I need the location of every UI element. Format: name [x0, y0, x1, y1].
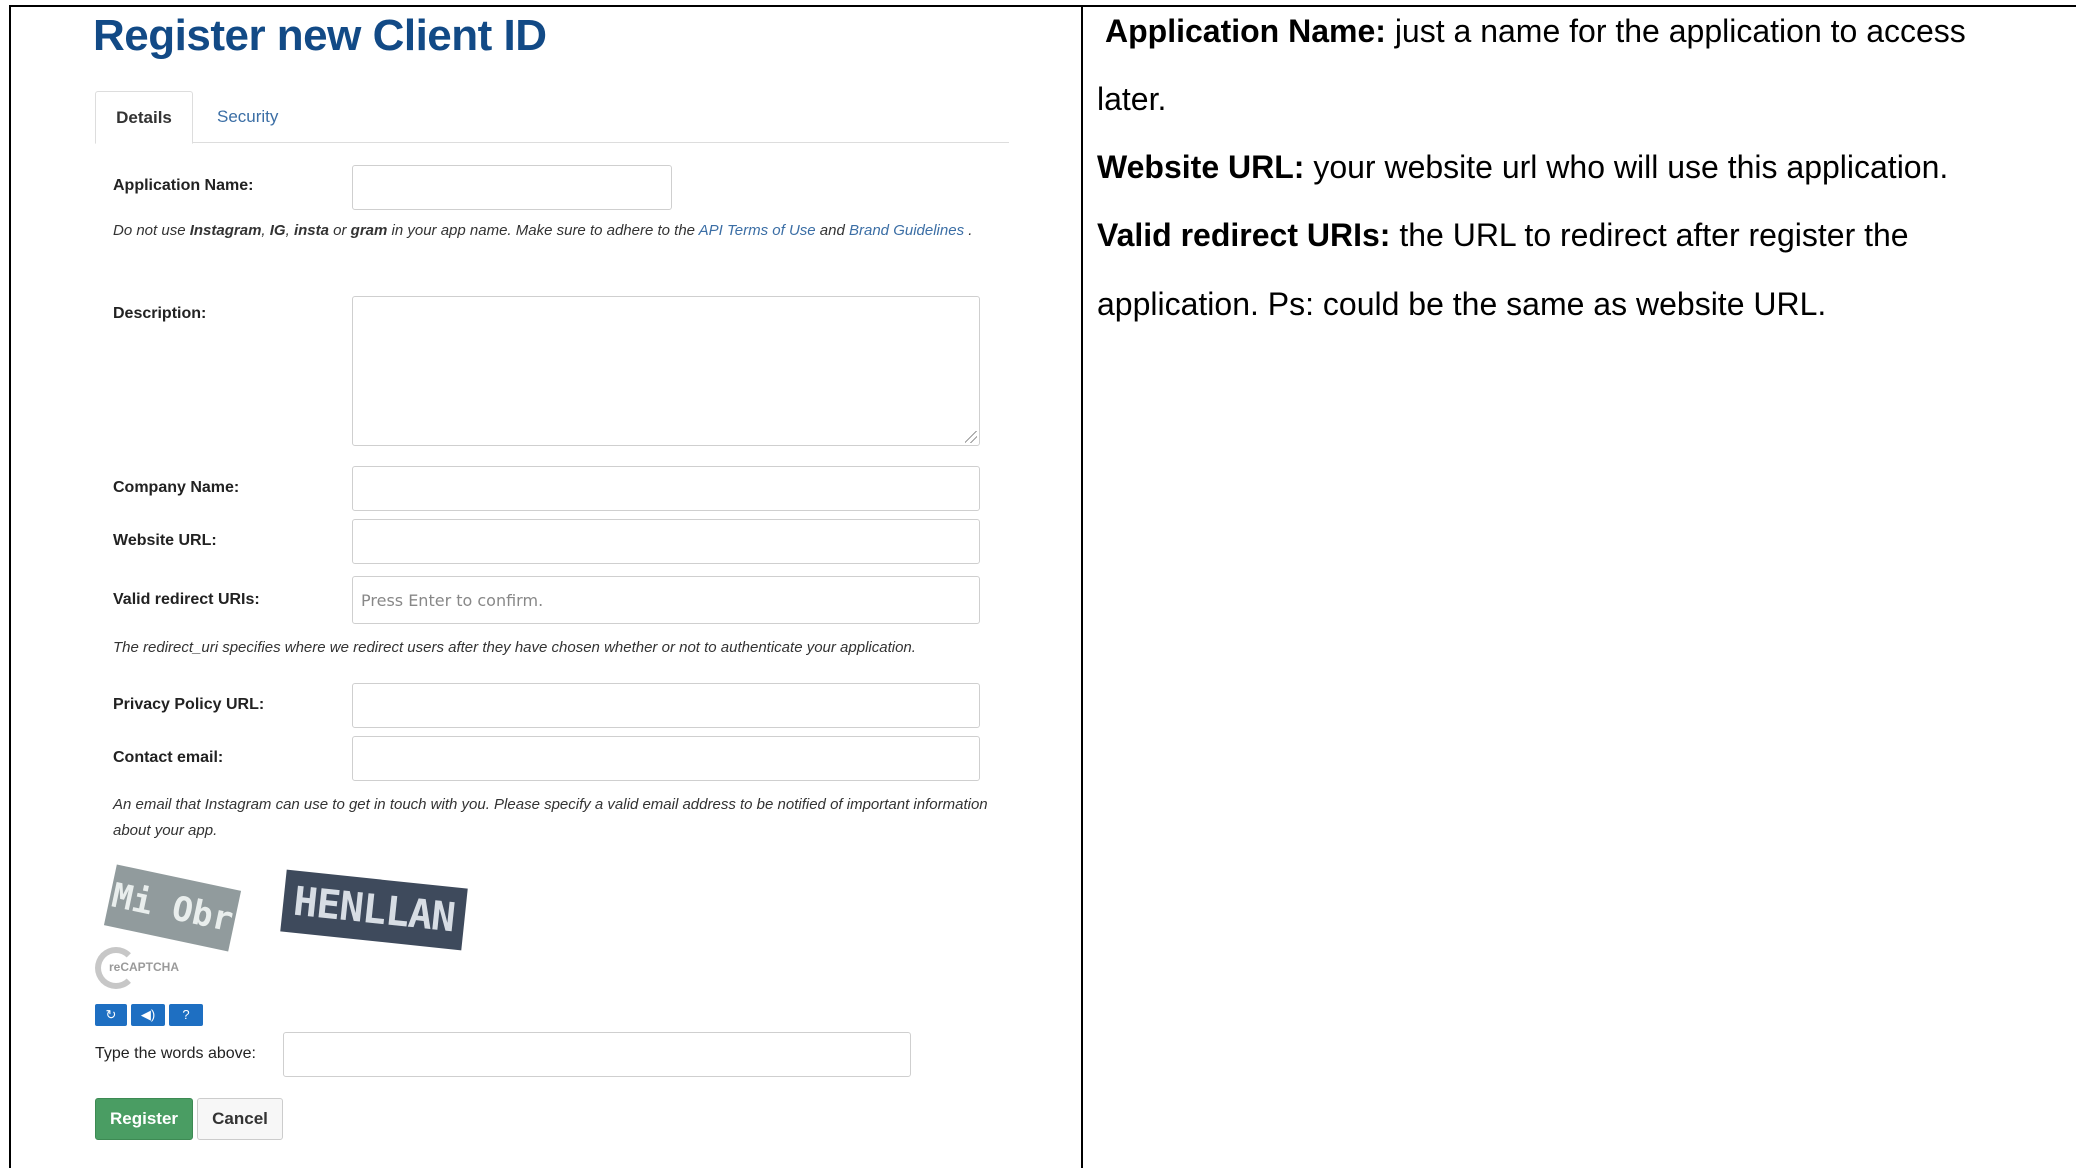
redirect-hint: The redirect_uri specifies where we redi…: [113, 639, 916, 656]
captcha-image-1: Mi Obr: [103, 864, 242, 952]
tab-bar: Details Security: [95, 91, 1009, 144]
refresh-captcha-button[interactable]: ↻: [95, 1004, 127, 1026]
redirect-uris-explanation-cont: application. Ps: could be the same as we…: [1097, 286, 1827, 322]
captcha-response-input[interactable]: [283, 1032, 911, 1077]
redirect-uris-explanation: Valid redirect URIs: the URL to redirect…: [1097, 217, 1909, 253]
audio-captcha-button[interactable]: ◀): [131, 1004, 165, 1026]
privacy-policy-input[interactable]: [352, 683, 980, 728]
captcha-image-2: HENLLAN: [280, 869, 468, 951]
redirect-uris-placeholder: Press Enter to confirm.: [361, 590, 544, 610]
speaker-icon: ◀): [140, 1007, 156, 1022]
help-icon: ?: [182, 1007, 190, 1022]
website-url-label: Website URL:: [113, 532, 217, 549]
name-hint: Do not use Instagram, IG, insta or gram …: [113, 222, 973, 239]
description-label: Description:: [113, 305, 207, 322]
redirect-uris-label: Valid redirect URIs:: [113, 591, 260, 608]
recaptcha-logo: reCAPTCHA: [95, 943, 205, 991]
website-url-explanation: Website URL: your website url who will u…: [1097, 149, 1949, 185]
resize-grip-icon[interactable]: [965, 431, 977, 443]
page-title: Register new Client ID: [93, 11, 547, 60]
captcha-help-button[interactable]: ?: [169, 1004, 203, 1026]
tab-details[interactable]: Details: [95, 91, 193, 144]
email-hint: An email that Instagram can use to get i…: [113, 796, 988, 839]
application-name-explanation-cont: later.: [1097, 81, 1167, 117]
contact-email-label: Contact email:: [113, 749, 224, 766]
application-name-label: Application Name:: [113, 177, 254, 194]
application-name-explanation: Application Name: just a name for the ap…: [1105, 13, 1966, 49]
brand-guidelines-link[interactable]: Brand Guidelines: [849, 222, 964, 239]
screenshot-pane: Register new Client ID Details Security …: [11, 7, 1081, 1168]
contact-email-input[interactable]: [352, 736, 980, 781]
cancel-button[interactable]: Cancel: [197, 1098, 283, 1140]
explanation-pane: Application Name: just a name for the ap…: [1083, 7, 2073, 1167]
privacy-policy-label: Privacy Policy URL:: [113, 696, 265, 713]
captcha-words-label: Type the words above:: [95, 1045, 256, 1062]
company-name-input[interactable]: [352, 466, 980, 511]
tab-security[interactable]: Security: [197, 91, 298, 144]
website-url-input[interactable]: [352, 519, 980, 564]
redirect-uris-input[interactable]: Press Enter to confirm.: [352, 576, 980, 624]
description-textarea[interactable]: [352, 296, 980, 446]
application-name-input[interactable]: [352, 165, 672, 210]
recaptcha-logo-text: reCAPTCHA: [109, 960, 180, 974]
refresh-icon: ↻: [105, 1007, 117, 1022]
api-terms-link[interactable]: API Terms of Use: [699, 222, 816, 239]
register-button[interactable]: Register: [95, 1098, 193, 1140]
company-name-label: Company Name:: [113, 479, 240, 496]
